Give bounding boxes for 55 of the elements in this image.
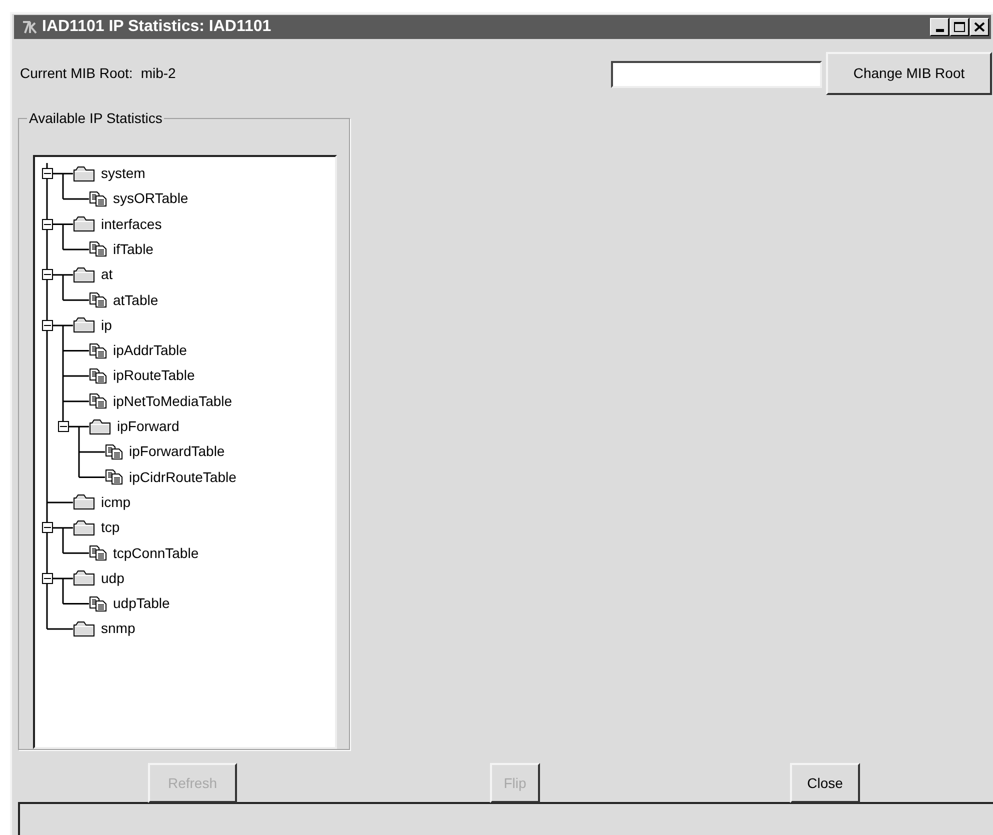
- documents-icon: [89, 241, 107, 258]
- close-window-button[interactable]: [970, 18, 989, 36]
- tree-item[interactable]: ipForward: [117, 416, 180, 437]
- tree-item[interactable]: system: [101, 163, 146, 184]
- tree-item[interactable]: ifTable: [113, 238, 154, 260]
- tree-item[interactable]: at: [101, 264, 113, 286]
- tree-item[interactable]: snmp: [101, 618, 136, 640]
- tree-item[interactable]: udp: [101, 568, 124, 589]
- tree-item[interactable]: ip: [101, 314, 112, 336]
- tree-item[interactable]: ipForwardTable: [129, 441, 225, 462]
- window-title: IAD1101 IP Statistics: IAD1101: [42, 17, 272, 37]
- collapse-toggle[interactable]: [42, 218, 52, 230]
- folder-icon: [73, 166, 95, 182]
- mib-root-value: mib-2: [140, 64, 176, 83]
- folder-icon: [73, 317, 95, 334]
- tree-item[interactable]: ipAddrTable: [113, 340, 187, 362]
- collapse-toggle[interactable]: [42, 269, 52, 280]
- folder-icon: [73, 520, 95, 536]
- close-icon: [974, 22, 985, 32]
- tree-item[interactable]: ipRouteTable: [113, 365, 195, 386]
- tree-item[interactable]: ipCidrRouteTable: [129, 466, 236, 488]
- tree-item[interactable]: udpTable: [113, 593, 170, 614]
- folder-icon: [73, 494, 95, 510]
- documents-icon: [105, 444, 123, 460]
- tree-item[interactable]: tcpConnTable: [113, 542, 199, 564]
- folder-icon: [73, 266, 95, 283]
- collapse-toggle[interactable]: [42, 522, 52, 534]
- folder-icon: [73, 620, 95, 637]
- folder-icon: [73, 570, 95, 586]
- documents-icon: [89, 368, 107, 384]
- documents-icon: [89, 393, 107, 410]
- folder-icon: [73, 216, 95, 232]
- collapse-toggle[interactable]: [42, 572, 52, 584]
- minimize-button[interactable]: [930, 18, 949, 36]
- tree-item[interactable]: sysORTable: [113, 188, 188, 210]
- dialog-button[interactable]: Close: [790, 763, 860, 803]
- mib-root-field[interactable]: [611, 61, 822, 88]
- change-mib-root-button[interactable]: Change MIB Root: [826, 52, 992, 95]
- tree-item[interactable]: ipNetToMediaTable: [113, 390, 232, 412]
- collapse-toggle[interactable]: [42, 168, 52, 180]
- tree-item[interactable]: interfaces: [101, 214, 162, 235]
- tree-item[interactable]: tcp: [101, 517, 120, 538]
- mib-root-label: Current MIB Root:: [20, 64, 133, 83]
- documents-icon: [89, 292, 107, 308]
- documents-icon: [89, 596, 107, 612]
- documents-icon: [89, 190, 107, 207]
- collapse-toggle[interactable]: [58, 421, 68, 432]
- documents-icon: [105, 469, 123, 486]
- maximize-button[interactable]: [950, 18, 969, 36]
- documents-icon: [89, 545, 107, 561]
- collapse-toggle[interactable]: [42, 320, 52, 331]
- folder-icon: [89, 418, 111, 434]
- tree-item[interactable]: icmp: [101, 492, 131, 513]
- documents-icon: [89, 342, 107, 359]
- tree-item[interactable]: atTable: [113, 290, 158, 310]
